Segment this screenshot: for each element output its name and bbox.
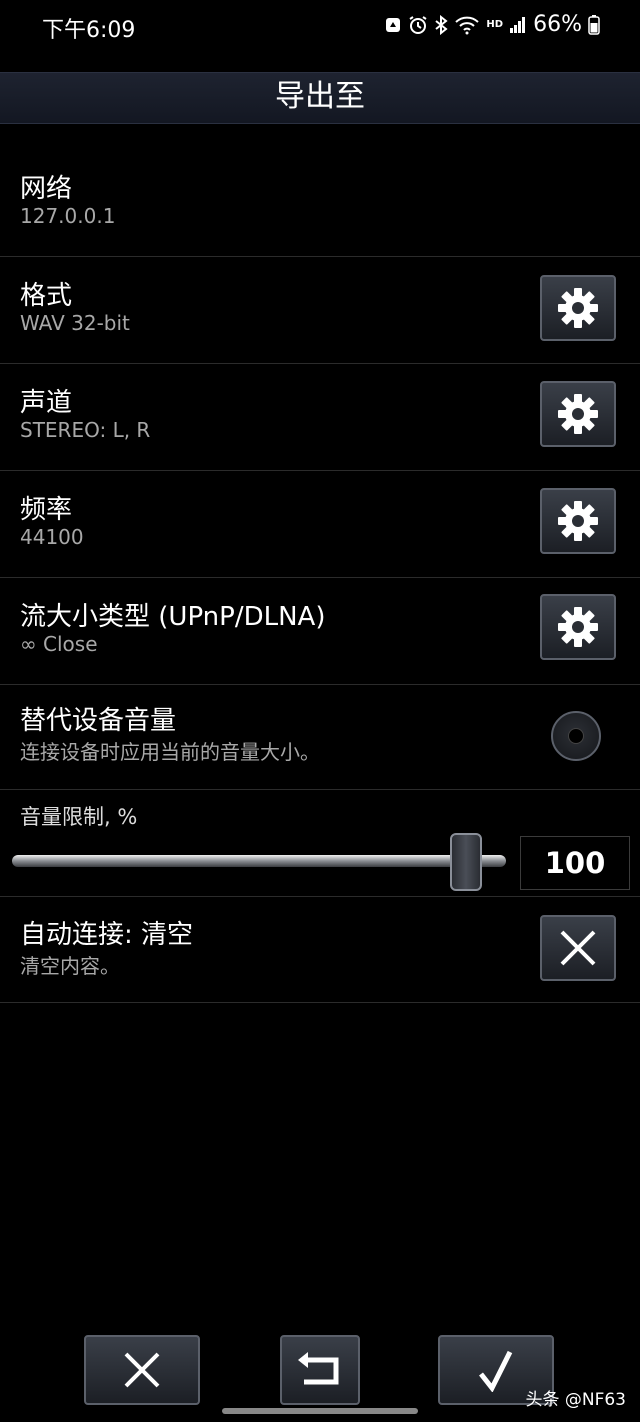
setting-format[interactable]: 格式 WAV 32-bit xyxy=(0,257,640,364)
signal-icon xyxy=(510,16,526,33)
setting-subtitle: 连接设备时应用当前的音量大小。 xyxy=(20,740,320,764)
setting-title: 网络 xyxy=(20,174,73,204)
hd-voice-indicator: HD xyxy=(486,19,504,30)
volume-limit-slider-track[interactable] xyxy=(12,855,506,867)
setting-channel[interactable]: 声道 STEREO: L, R xyxy=(0,364,640,471)
setting-subtitle: 44100 xyxy=(20,525,84,549)
setting-subtitle: 清空内容。 xyxy=(20,954,120,978)
setting-auto-connect[interactable]: 自动连接: 清空 清空内容。 xyxy=(0,898,640,1003)
setting-title: 格式 xyxy=(20,281,73,311)
gear-icon xyxy=(558,501,598,541)
watermark: 头条 @NF63 xyxy=(525,1390,626,1410)
volume-limit-value[interactable]: 100 xyxy=(520,836,630,890)
home-indicator[interactable] xyxy=(222,1408,418,1414)
volume-limit-slider-thumb[interactable] xyxy=(450,833,483,891)
setting-title: 替代设备音量 xyxy=(20,706,177,736)
auto-connect-clear-button[interactable] xyxy=(540,915,616,981)
gear-icon xyxy=(558,288,598,328)
wifi-icon xyxy=(455,16,480,34)
setting-device-volume[interactable]: 替代设备音量 连接设备时应用当前的音量大小。 xyxy=(0,685,640,790)
status-icons: HD 66% xyxy=(384,12,600,37)
status-time: 下午6:09 xyxy=(42,18,136,43)
frequency-settings-button[interactable] xyxy=(540,488,616,554)
setting-stream-size-type[interactable]: 流大小类型 (UPnP/DLNA) ∞ Close xyxy=(0,578,640,685)
setting-frequency[interactable]: 频率 44100 xyxy=(0,471,640,578)
volume-limit-label: 音量限制, % xyxy=(20,805,138,829)
battery-percent: 66% xyxy=(533,12,582,37)
setting-title: 自动连接: 清空 xyxy=(20,920,194,950)
undo-icon xyxy=(298,1352,339,1385)
bluetooth-icon xyxy=(435,14,449,35)
radio-dot xyxy=(568,728,584,744)
setting-network[interactable]: 网络 127.0.0.1 xyxy=(0,150,640,257)
close-icon xyxy=(560,930,596,966)
cancel-button[interactable] xyxy=(84,1335,200,1405)
gear-icon xyxy=(558,394,598,434)
setting-subtitle: STEREO: L, R xyxy=(20,418,151,442)
status-bar: 下午6:09 HD 66% xyxy=(0,0,640,56)
alarm-icon xyxy=(409,15,427,34)
setting-title: 流大小类型 (UPnP/DLNA) xyxy=(20,602,326,632)
battery-icon xyxy=(588,14,600,35)
check-icon xyxy=(479,1350,513,1392)
channel-settings-button[interactable] xyxy=(540,381,616,447)
gear-icon xyxy=(558,607,598,647)
setting-title: 频率 xyxy=(20,495,73,525)
device-volume-radio[interactable] xyxy=(551,711,601,761)
setting-subtitle: ∞ Close xyxy=(20,632,98,656)
recycle-notification-icon xyxy=(386,17,401,32)
setting-subtitle: WAV 32-bit xyxy=(20,311,130,335)
page-title: 导出至 xyxy=(0,72,640,124)
setting-title: 声道 xyxy=(20,388,73,418)
setting-subtitle: 127.0.0.1 xyxy=(20,204,116,228)
stream-size-settings-button[interactable] xyxy=(540,594,616,660)
close-icon xyxy=(124,1352,160,1388)
undo-button[interactable] xyxy=(280,1335,360,1405)
format-settings-button[interactable] xyxy=(540,275,616,341)
slider-divider xyxy=(0,896,640,897)
